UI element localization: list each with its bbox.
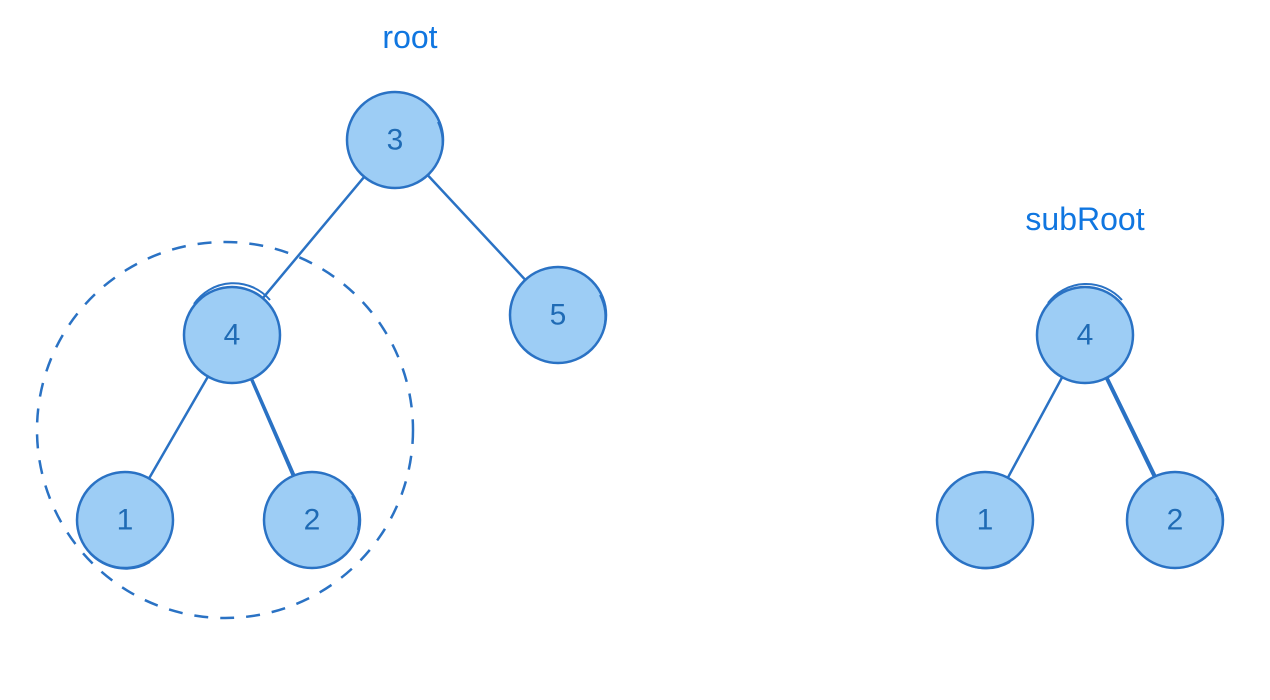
root-node-4-value: 4: [224, 319, 241, 352]
subroot-node-4-value: 4: [1077, 319, 1094, 352]
subroot-node-2: 2: [1127, 472, 1223, 568]
subroot-node-4: 4: [1037, 284, 1133, 383]
root-node-3: 3: [347, 92, 443, 188]
root-node-2: 2: [264, 472, 360, 568]
diagram-canvas: root 3 5 4 1 2 subRoot: [0, 0, 1270, 700]
subroot-node-1-value: 1: [977, 504, 994, 537]
root-node-5: 5: [510, 267, 606, 363]
subroot-tree-label: subRoot: [1025, 201, 1144, 237]
root-node-5-value: 5: [550, 299, 567, 332]
root-node-4: 4: [184, 283, 280, 383]
subroot-node-1: 1: [937, 472, 1033, 568]
root-node-1: 1: [77, 472, 173, 569]
root-node-1-value: 1: [117, 504, 134, 537]
subroot-node-2-value: 2: [1167, 504, 1184, 537]
root-node-2-value: 2: [304, 504, 321, 537]
root-node-3-value: 3: [387, 124, 404, 157]
root-tree-label: root: [382, 19, 437, 55]
